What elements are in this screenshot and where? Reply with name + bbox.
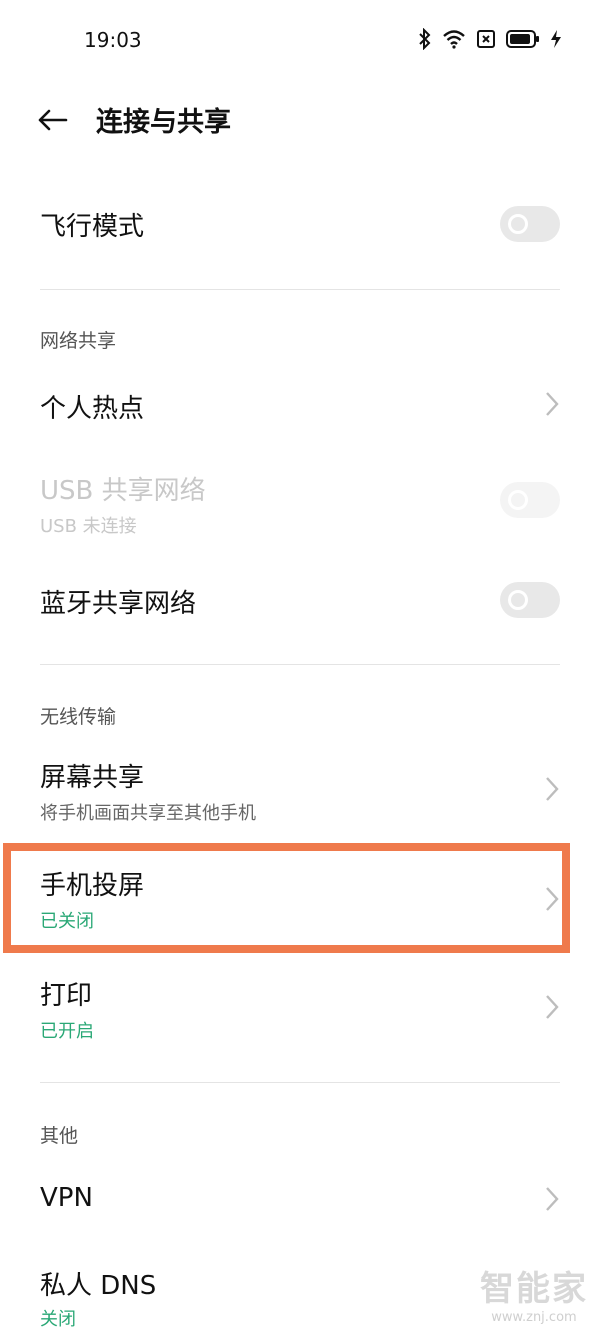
section-label-network-sharing: 网络共享 xyxy=(40,330,117,352)
usb-tethering-label: USB 共享网络 xyxy=(40,476,206,506)
toggle-knob xyxy=(508,590,528,610)
print-row[interactable]: 打印 已开启 xyxy=(0,965,600,1050)
toggle-knob xyxy=(508,490,528,510)
section-label-other: 其他 xyxy=(40,1125,79,1147)
screen-cast-row[interactable]: 手机投屏 已关闭 xyxy=(0,855,600,945)
divider xyxy=(40,1082,560,1083)
usb-tethering-toggle xyxy=(500,482,560,518)
usb-tethering-row: USB 共享网络 USB 未连接 xyxy=(0,460,600,540)
airplane-mode-label: 飞行模式 xyxy=(40,212,145,242)
screen-share-sub: 将手机画面共享至其他手机 xyxy=(40,803,256,824)
screen-share-row[interactable]: 屏幕共享 将手机画面共享至其他手机 xyxy=(0,745,600,830)
wifi-icon xyxy=(442,29,466,49)
battery-icon xyxy=(506,29,540,49)
airplane-mode-row[interactable]: 飞行模式 xyxy=(0,190,600,260)
status-time: 19:03 xyxy=(84,28,142,52)
header: 连接与共享 xyxy=(0,90,600,150)
hotspot-label: 个人热点 xyxy=(40,394,145,424)
chevron-right-icon xyxy=(546,995,559,1019)
hotspot-row[interactable]: 个人热点 xyxy=(0,370,600,440)
divider xyxy=(40,289,560,290)
status-icons xyxy=(418,28,562,50)
watermark: 智能家 www.znj.com xyxy=(480,1261,588,1325)
watermark-brand: 智能家 xyxy=(480,1269,588,1309)
print-status: 已开启 xyxy=(40,1021,94,1042)
vpn-label: VPN xyxy=(40,1183,93,1213)
airplane-mode-toggle[interactable] xyxy=(500,206,560,242)
sim-icon xyxy=(476,29,496,49)
page-title: 连接与共享 xyxy=(96,107,231,138)
chevron-right-icon xyxy=(546,777,559,801)
divider xyxy=(40,664,560,665)
bt-tethering-label: 蓝牙共享网络 xyxy=(40,589,197,619)
screen-cast-status: 已关闭 xyxy=(40,911,94,932)
chevron-right-icon xyxy=(546,1187,559,1211)
usb-tethering-sub: USB 未连接 xyxy=(40,516,137,537)
bluetooth-icon xyxy=(418,28,432,50)
chevron-right-icon xyxy=(546,887,559,911)
section-label-wireless: 无线传输 xyxy=(40,706,117,728)
vpn-row[interactable]: VPN xyxy=(0,1165,600,1235)
status-bar: 19:03 xyxy=(0,0,600,80)
bt-tethering-row[interactable]: 蓝牙共享网络 xyxy=(0,565,600,635)
screen-cast-label: 手机投屏 xyxy=(40,871,145,901)
back-button[interactable] xyxy=(34,102,70,138)
screen-share-label: 屏幕共享 xyxy=(40,763,145,793)
charging-icon xyxy=(550,29,562,49)
chevron-right-icon xyxy=(546,392,559,416)
private-dns-label: 私人 DNS xyxy=(40,1271,157,1301)
print-label: 打印 xyxy=(40,981,93,1011)
back-arrow-icon xyxy=(38,109,68,131)
watermark-site: www.znj.com xyxy=(491,1310,577,1325)
bt-tethering-toggle[interactable] xyxy=(500,582,560,618)
toggle-knob xyxy=(508,214,528,234)
private-dns-status: 关闭 xyxy=(40,1309,76,1330)
